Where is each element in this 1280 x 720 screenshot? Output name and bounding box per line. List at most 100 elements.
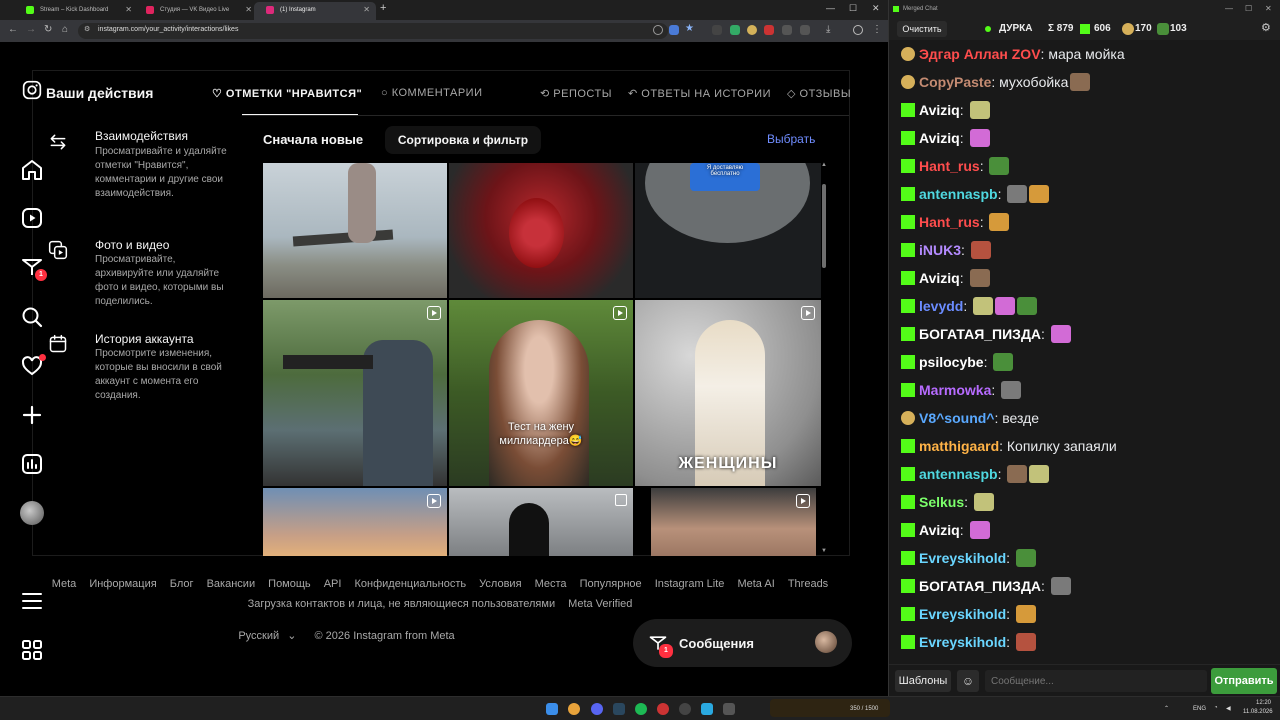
language-selector[interactable]: Русский ⌄ bbox=[233, 630, 296, 642]
chat-message[interactable]: iNUK3: bbox=[901, 238, 991, 262]
clock-time[interactable]: 12:20 bbox=[1256, 700, 1271, 706]
chat-message[interactable]: antennaspb: bbox=[901, 462, 1050, 486]
footer-link[interactable]: Помощь bbox=[268, 578, 311, 590]
close-icon[interactable]: ✕ bbox=[363, 2, 370, 18]
url-field[interactable]: ⚙ instagram.com/your_activity/interactio… bbox=[78, 23, 668, 39]
footer-link[interactable]: Условия bbox=[479, 578, 521, 590]
insights-chart-icon[interactable] bbox=[20, 452, 44, 476]
chat-username[interactable]: Evreyskihold bbox=[919, 606, 1006, 622]
chat-message[interactable]: Hant_rus: bbox=[901, 210, 1010, 234]
translate-icon[interactable] bbox=[669, 25, 679, 35]
footer-link[interactable]: Информация bbox=[89, 578, 156, 590]
chat-username[interactable]: psilocybe bbox=[919, 354, 984, 370]
clear-button[interactable]: Очистить bbox=[897, 21, 947, 37]
chat-message[interactable]: V8^sound^: везде bbox=[901, 406, 1039, 430]
chat-username[interactable]: БОГАТАЯ_ПИЗДА bbox=[919, 578, 1041, 594]
activity-item-history[interactable]: История аккаунта bbox=[95, 332, 194, 346]
chat-username[interactable]: Selkus bbox=[919, 494, 964, 510]
reels-icon[interactable] bbox=[20, 206, 44, 230]
close-window-icon[interactable]: ✕ bbox=[872, 3, 880, 14]
instagram-logo-icon[interactable] bbox=[22, 80, 42, 100]
sort-filter-button[interactable]: Сортировка и фильтр bbox=[385, 126, 541, 154]
chat-message[interactable]: Evreyskihold: bbox=[901, 602, 1036, 626]
search-icon[interactable] bbox=[20, 305, 44, 329]
windows-start-icon[interactable] bbox=[546, 703, 558, 715]
liked-post-thumbnail[interactable]: ЖЕНЩИНЫ bbox=[635, 300, 821, 486]
scroll-down-icon[interactable]: ▼ bbox=[821, 548, 827, 554]
liked-post-thumbnail[interactable]: Тест на жену миллиардера😅 bbox=[449, 300, 633, 486]
minimize-icon[interactable]: — bbox=[826, 3, 835, 13]
chat-message[interactable]: Hant_rus: bbox=[901, 154, 1010, 178]
steam-icon[interactable] bbox=[613, 703, 625, 715]
gear-icon[interactable]: ⚙ bbox=[1261, 21, 1271, 34]
chat-username[interactable]: iNUK3 bbox=[919, 242, 961, 258]
chat-message[interactable]: БОГАТАЯ_ПИЗДА: bbox=[901, 574, 1071, 598]
chat-username[interactable]: Aviziq bbox=[919, 102, 960, 118]
chat-username[interactable]: matthigaard bbox=[919, 438, 999, 454]
chat-username[interactable]: Aviziq bbox=[919, 522, 960, 538]
footer-link[interactable]: API bbox=[324, 578, 342, 590]
tab-comments[interactable]: ○ КОММЕНТАРИИ bbox=[381, 87, 483, 99]
select-link[interactable]: Выбрать bbox=[767, 132, 815, 146]
chat-username[interactable]: antennaspb bbox=[919, 466, 998, 482]
minimize-icon[interactable]: — bbox=[1225, 0, 1233, 18]
chrome-icon[interactable] bbox=[568, 703, 580, 715]
chat-username[interactable]: Hant_rus bbox=[919, 158, 980, 174]
grid-scrollbar[interactable]: ▲ ▼ bbox=[821, 162, 827, 556]
discord-icon[interactable] bbox=[591, 703, 603, 715]
chat-message[interactable]: Aviziq: bbox=[901, 126, 990, 150]
network-icon[interactable]: ◔ bbox=[1214, 705, 1218, 711]
profile-icon[interactable] bbox=[853, 25, 863, 35]
menu-kebab-icon[interactable]: ⋮ bbox=[872, 24, 882, 35]
chat-username[interactable]: Aviziq bbox=[919, 130, 960, 146]
reload-icon[interactable]: ↻ bbox=[44, 24, 52, 35]
tab-reviews[interactable]: ◇ ОТЗЫВЫ bbox=[787, 87, 851, 100]
chat-message[interactable]: Эдгар Аллан ZOV: мара мойка bbox=[901, 42, 1125, 66]
chat-username[interactable]: Aviziq bbox=[919, 270, 960, 286]
chat-message[interactable]: Evreyskihold: bbox=[901, 546, 1036, 570]
chat-message[interactable]: Aviziq: bbox=[901, 266, 990, 290]
liked-post-thumbnail[interactable] bbox=[449, 488, 633, 556]
app-icon[interactable] bbox=[723, 703, 735, 715]
chat-username[interactable]: Evreyskihold bbox=[919, 550, 1006, 566]
footer-link[interactable]: Популярное bbox=[580, 578, 642, 590]
browser-tab-instagram[interactable]: (1) Instagram ✕ bbox=[254, 2, 376, 20]
close-icon[interactable]: ✕ bbox=[125, 2, 132, 18]
footer-link[interactable]: Конфиденциальность bbox=[355, 578, 467, 590]
browser-tab-kick[interactable]: Stream – Kick Dashboard ✕ bbox=[14, 2, 138, 20]
tray-chevron-icon[interactable]: ⌃ bbox=[1164, 705, 1169, 712]
liked-post-thumbnail[interactable] bbox=[263, 300, 447, 486]
download-icon[interactable]: ⤓ bbox=[826, 24, 830, 35]
obs-icon[interactable] bbox=[679, 703, 691, 715]
maximize-icon[interactable]: ☐ bbox=[1245, 0, 1252, 18]
create-plus-icon[interactable] bbox=[20, 403, 44, 427]
close-icon[interactable]: ✕ bbox=[245, 2, 252, 18]
spotify-icon[interactable] bbox=[635, 703, 647, 715]
site-info-icon[interactable]: ⚙ bbox=[84, 25, 90, 33]
activity-item-photos[interactable]: Фото и видео bbox=[95, 238, 169, 252]
emoji-picker-icon[interactable]: ☺ bbox=[957, 670, 979, 692]
extension-icon[interactable] bbox=[782, 25, 792, 35]
activity-item-interactions[interactable]: Взаимодействия bbox=[95, 129, 188, 143]
messages-button[interactable]: 1 Сообщения bbox=[633, 619, 852, 667]
chat-message[interactable]: Marmowka: bbox=[901, 378, 1022, 402]
telegram-icon[interactable] bbox=[701, 703, 713, 715]
chat-username[interactable]: CopyPaste bbox=[919, 74, 991, 90]
footer-link[interactable]: Блог bbox=[170, 578, 194, 590]
chat-message[interactable]: Aviziq: bbox=[901, 518, 990, 542]
home-icon[interactable] bbox=[20, 158, 44, 182]
liked-post-thumbnail[interactable] bbox=[449, 163, 633, 298]
chat-username[interactable]: Evreyskihold bbox=[919, 634, 1006, 650]
chat-message[interactable]: antennaspb: bbox=[901, 182, 1050, 206]
liked-post-thumbnail[interactable] bbox=[263, 488, 447, 556]
forward-icon[interactable]: → bbox=[26, 24, 36, 35]
chat-username[interactable]: Эдгар Аллан ZOV bbox=[919, 46, 1041, 62]
liked-post-thumbnail[interactable] bbox=[651, 488, 816, 556]
chat-username[interactable]: antennaspb bbox=[919, 186, 998, 202]
maximize-icon[interactable]: ☐ bbox=[849, 3, 857, 14]
chat-username[interactable]: V8^sound^ bbox=[919, 410, 994, 426]
tab-story-replies[interactable]: ↶ ОТВЕТЫ НА ИСТОРИИ bbox=[628, 87, 771, 100]
chat-message[interactable]: Selkus: bbox=[901, 490, 994, 514]
chat-message[interactable]: psilocybe: bbox=[901, 350, 1014, 374]
scroll-thumb[interactable] bbox=[822, 184, 826, 268]
